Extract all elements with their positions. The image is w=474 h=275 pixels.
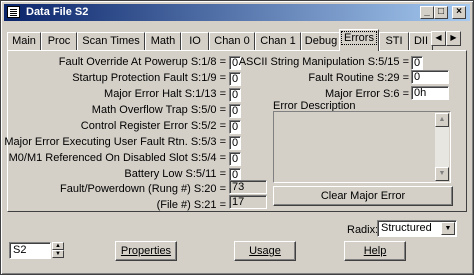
major-error-value[interactable]: 0h xyxy=(411,86,449,100)
tab-math[interactable]: Math xyxy=(145,32,181,50)
spin-up-icon[interactable]: ▲ xyxy=(52,242,64,250)
fault-routine-value[interactable]: 0 xyxy=(411,70,449,84)
field-label: Math Overflow Trap S:5/0 = xyxy=(91,104,226,116)
data-file-icon xyxy=(7,6,20,18)
tab-scroll-left-icon[interactable]: ◀ xyxy=(431,31,446,46)
field-label: M0/M1 Referenced On Disabled Slot S:5/4 … xyxy=(8,152,226,164)
minimize-button[interactable]: _ xyxy=(420,6,434,19)
tab-errors[interactable]: Errors xyxy=(339,29,379,51)
field-label: Major Error Executing User Fault Rtn. S:… xyxy=(4,136,226,148)
field-label: Fault/Powerdown (Rung #) S:20 = xyxy=(59,183,226,195)
tab-debug[interactable]: Debug xyxy=(301,32,341,50)
control-register-error-value[interactable]: 0 xyxy=(229,120,241,134)
field-label: Control Register Error S:5/2 = xyxy=(80,120,226,132)
disabled-slot-value[interactable]: 0 xyxy=(229,152,241,166)
rung-number-value: 73 xyxy=(229,180,267,194)
properties-button[interactable]: Properties xyxy=(115,241,177,261)
tab-proc[interactable]: Proc xyxy=(41,32,77,50)
help-button[interactable]: Help xyxy=(344,241,406,261)
user-fault-rtn-value[interactable]: 0 xyxy=(229,136,241,150)
maximize-button[interactable]: □ xyxy=(434,6,448,19)
tab-chan-1[interactable]: Chan 1 xyxy=(255,32,301,50)
scroll-down-icon[interactable]: ▼ xyxy=(435,167,449,181)
tab-scroll-right-icon[interactable]: ▶ xyxy=(446,31,461,46)
title-bar: Data File S2 _ □ × xyxy=(4,4,470,21)
file-number-value: 17 xyxy=(229,195,267,209)
field-label: Battery Low S:5/11 = xyxy=(124,168,226,180)
field-label: (File #) S:21 = xyxy=(156,199,226,211)
startup-protection-value[interactable]: 0 xyxy=(229,72,241,86)
field-label: Major Error S:6 = xyxy=(324,88,409,100)
clear-major-error-button[interactable]: Clear Major Error xyxy=(273,186,453,206)
tab-dii[interactable]: DII xyxy=(409,32,433,50)
field-label: Fault Override At Powerup S:1/8 = xyxy=(58,56,226,68)
tab-scan-times[interactable]: Scan Times xyxy=(77,32,145,50)
ascii-string-value[interactable]: 0 xyxy=(411,56,423,70)
close-button[interactable]: × xyxy=(452,6,466,19)
math-overflow-value[interactable]: 0 xyxy=(229,104,241,118)
tab-sti[interactable]: STI xyxy=(379,32,409,50)
usage-button[interactable]: Usage xyxy=(234,241,296,261)
tab-chan-0[interactable]: Chan 0 xyxy=(209,32,255,50)
field-label: ASCII String Manipulation S:5/15 = xyxy=(238,56,409,68)
radix-value: Structured xyxy=(381,222,432,234)
field-label: Fault Routine S:29 = xyxy=(308,72,409,84)
data-file-window: Data File S2 _ □ × Main Proc Scan Times … xyxy=(0,0,474,275)
error-description-box[interactable]: ▲ ▼ xyxy=(273,111,451,183)
scroll-up-icon[interactable]: ▲ xyxy=(435,113,449,127)
tab-main[interactable]: Main xyxy=(7,32,41,50)
tab-strip: Main Proc Scan Times Math IO Chan 0 Chan… xyxy=(7,29,467,51)
chevron-down-icon[interactable]: ▼ xyxy=(441,222,455,235)
spin-down-icon[interactable]: ▼ xyxy=(52,250,64,258)
error-description-scrollbar[interactable]: ▲ ▼ xyxy=(435,113,449,181)
window-title: Data File S2 xyxy=(26,6,89,18)
radix-select[interactable]: Structured ▼ xyxy=(377,220,457,237)
file-selector-value: S2 xyxy=(13,244,27,256)
file-selector[interactable]: S2 xyxy=(9,242,51,259)
major-error-halt-value[interactable]: 0 xyxy=(229,88,241,102)
field-label: Major Error Halt S:1/13 = xyxy=(104,88,226,100)
field-label: Startup Protection Fault S:1/9 = xyxy=(72,72,226,84)
radix-label: Radix: xyxy=(347,224,379,236)
tab-io[interactable]: IO xyxy=(181,32,209,50)
tab-scroll: ◀ ▶ xyxy=(431,31,461,46)
